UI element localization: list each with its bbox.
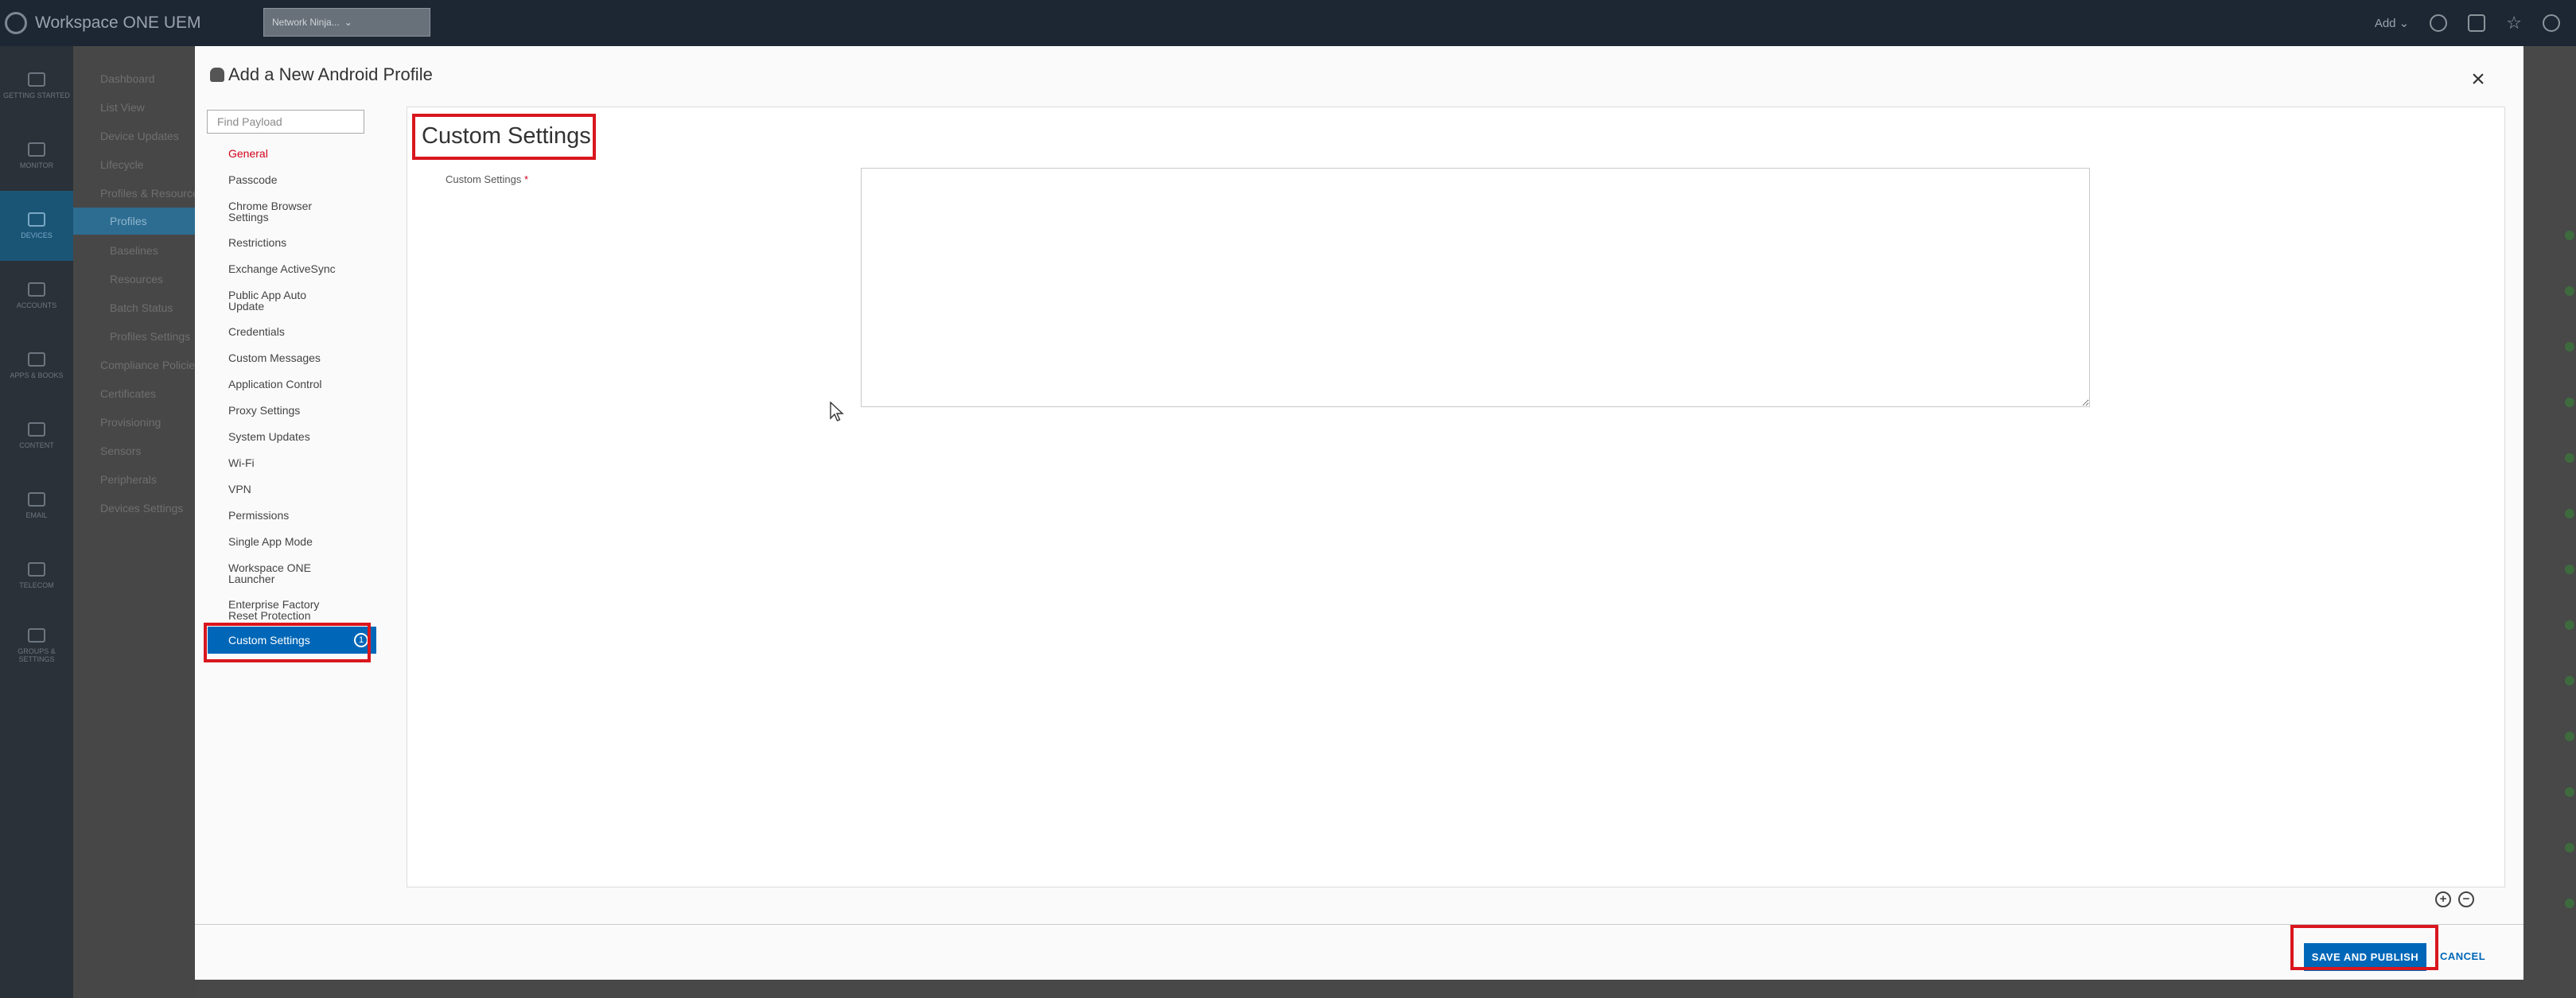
subnav-resources[interactable]: Resources	[110, 273, 163, 285]
main-navigation: GETTING STARTED MONITOR DEVICES ACCOUNTS…	[0, 46, 73, 998]
modal-footer: SAVE AND PUBLISH CANCEL	[195, 924, 2523, 980]
custom-settings-heading: Custom Settings	[422, 123, 591, 149]
subnav-peripherals[interactable]: Peripherals	[100, 473, 157, 486]
mouse-cursor-icon	[830, 402, 844, 421]
status-check-icon	[2565, 231, 2574, 240]
custom-settings-field-label: Custom Settings *	[446, 173, 529, 185]
payload-count-badge: 1	[354, 633, 368, 647]
subnav-profiles[interactable]: Profiles	[73, 208, 197, 235]
android-icon	[210, 68, 224, 82]
file-icon	[28, 422, 45, 437]
subnav-device-updates[interactable]: Device Updates	[100, 130, 179, 142]
devices-subnavigation: Dashboard List View Device Updates Lifec…	[73, 46, 204, 998]
custom-settings-textarea[interactable]	[861, 168, 2090, 407]
payload-passcode[interactable]: Passcode	[228, 174, 277, 185]
status-check-icon	[2565, 676, 2574, 685]
subnav-batch-status[interactable]: Batch Status	[110, 301, 173, 314]
brand[interactable]: Workspace ONE UEM	[5, 11, 201, 35]
payload-workspace-one-launcher[interactable]: Workspace ONE Launcher	[228, 562, 324, 584]
add-android-profile-modal: Add a New Android Profile × General Pass…	[195, 46, 2523, 980]
nav-monitor[interactable]: MONITOR	[0, 121, 73, 191]
nav-devices[interactable]: DEVICES	[0, 191, 73, 261]
payload-application-control[interactable]: Application Control	[228, 379, 322, 390]
payload-content-panel: Custom Settings Custom Settings *	[407, 107, 2505, 887]
status-check-icon	[2565, 787, 2574, 797]
top-right-actions: Add ⌄ ☆	[2375, 10, 2560, 37]
mail-icon	[28, 492, 45, 507]
monitor-icon	[28, 142, 45, 157]
subnav-baselines[interactable]: Baselines	[110, 244, 158, 257]
status-check-icon	[2565, 620, 2574, 630]
phone-icon	[28, 562, 45, 577]
status-check-icon	[2565, 899, 2574, 908]
subnav-dashboard[interactable]: Dashboard	[100, 72, 155, 85]
device-icon	[28, 212, 45, 227]
payload-general[interactable]: General	[228, 148, 268, 159]
status-check-icon	[2565, 342, 2574, 351]
zoom-in-icon[interactable]: +	[2435, 891, 2451, 907]
top-app-bar: Workspace ONE UEM Network Ninja... ⌄ Add…	[0, 0, 2576, 46]
subnav-devices-settings[interactable]: Devices Settings	[100, 502, 183, 515]
gear-icon	[28, 628, 45, 643]
organization-group-selector[interactable]: Network Ninja... ⌄	[263, 8, 430, 37]
nav-groups-settings[interactable]: GROUPS & SETTINGS	[0, 611, 73, 681]
grid-icon	[28, 352, 45, 367]
close-icon[interactable]: ×	[2469, 68, 2488, 91]
payload-vpn[interactable]: VPN	[228, 483, 251, 495]
product-name: Workspace ONE UEM	[35, 14, 201, 32]
subnav-sensors[interactable]: Sensors	[100, 445, 141, 457]
modal-title: Add a New Android Profile	[228, 64, 433, 84]
add-menu-button[interactable]: Add ⌄	[2375, 16, 2409, 30]
payload-permissions[interactable]: Permissions	[228, 510, 289, 521]
required-asterisk: *	[524, 173, 529, 185]
zoom-out-icon[interactable]: −	[2458, 891, 2474, 907]
status-check-icon	[2565, 843, 2574, 852]
subnav-certificates[interactable]: Certificates	[100, 387, 156, 400]
status-check-icon	[2565, 398, 2574, 407]
chevron-down-icon: ⌄	[344, 17, 352, 28]
payload-system-updates[interactable]: System Updates	[228, 431, 310, 442]
payload-proxy-settings[interactable]: Proxy Settings	[228, 405, 300, 416]
subnav-list-view[interactable]: List View	[100, 101, 145, 114]
payload-chrome-browser-settings[interactable]: Chrome Browser Settings	[228, 200, 340, 223]
bell-icon[interactable]	[2468, 14, 2486, 32]
payload-credentials[interactable]: Credentials	[228, 326, 285, 337]
nav-telecom[interactable]: TELECOM	[0, 541, 73, 611]
nav-email[interactable]: EMAIL	[0, 471, 73, 541]
status-check-icon	[2565, 732, 2574, 741]
status-check-icon	[2565, 509, 2574, 518]
payload-custom-settings-label: Custom Settings	[228, 634, 310, 647]
payload-enterprise-factory-reset-protection[interactable]: Enterprise Factory Reset Protection	[228, 599, 332, 621]
org-selector-label: Network Ninja...	[272, 17, 340, 28]
payload-custom-settings[interactable]: Custom Settings 1	[208, 627, 376, 654]
status-check-icon	[2565, 453, 2574, 463]
search-icon[interactable]	[2430, 14, 2448, 32]
find-payload-input[interactable]	[207, 110, 364, 134]
help-icon[interactable]	[2543, 14, 2560, 32]
subnav-compliance-policies[interactable]: Compliance Policies	[100, 359, 200, 371]
nav-accounts[interactable]: ACCOUNTS	[0, 261, 73, 331]
subnav-profiles-resources[interactable]: Profiles & Resources	[100, 187, 204, 200]
modal-header: Add a New Android Profile ×	[195, 46, 2523, 103]
workspace-one-logo-icon	[5, 12, 27, 34]
payload-exchange-activesync[interactable]: Exchange ActiveSync	[228, 263, 336, 274]
payload-public-app-auto-update[interactable]: Public App Auto Update	[228, 289, 324, 312]
users-icon	[28, 282, 45, 297]
subnav-provisioning[interactable]: Provisioning	[100, 416, 161, 429]
payload-restrictions[interactable]: Restrictions	[228, 237, 286, 248]
status-check-icon	[2565, 565, 2574, 574]
subnav-lifecycle[interactable]: Lifecycle	[100, 158, 143, 171]
subnav-profiles-settings[interactable]: Profiles Settings	[110, 330, 190, 343]
rocket-icon	[28, 72, 45, 87]
payload-single-app-mode[interactable]: Single App Mode	[228, 536, 313, 547]
nav-content[interactable]: CONTENT	[0, 401, 73, 471]
payload-custom-messages[interactable]: Custom Messages	[228, 352, 321, 363]
cancel-button[interactable]: CANCEL	[2440, 950, 2485, 962]
star-icon[interactable]: ☆	[2506, 13, 2522, 33]
nav-apps-books[interactable]: APPS & BOOKS	[0, 331, 73, 401]
nav-getting-started[interactable]: GETTING STARTED	[0, 51, 73, 121]
save-and-publish-button[interactable]: SAVE AND PUBLISH	[2304, 943, 2426, 971]
payload-wifi[interactable]: Wi-Fi	[228, 457, 255, 468]
status-check-icon	[2565, 286, 2574, 296]
